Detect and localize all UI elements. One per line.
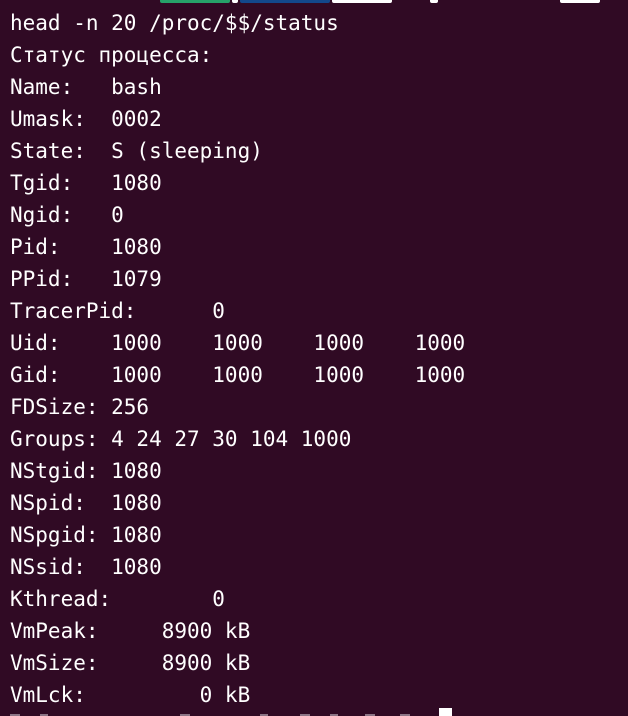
terminal-output: head -n 20 /proc/$$/status Статус процес… [10,7,465,711]
output-line-vmpeak: VmPeak: 8900 kB [10,619,251,643]
output-line-state: State: S (sleeping) [10,139,263,163]
terminal-window[interactable]: head -n 20 /proc/$$/status Статус процес… [0,0,628,716]
next-output-clipped [0,710,628,716]
output-line-nspid: NSpid: 1080 [10,491,162,515]
previous-output-clipped [0,0,628,5]
output-line-gid: Gid: 1000 1000 1000 1000 [10,363,466,387]
output-line-umask: Umask: 0002 [10,107,162,131]
output-line-vmlck: VmLck: 0 kB [10,683,251,707]
output-line-header: Статус процесса: [10,43,213,67]
output-line-vmsize: VmSize: 8900 kB [10,651,251,675]
output-line-pid: Pid: 1080 [10,235,162,259]
output-line-nssid: NSsid: 1080 [10,555,162,579]
output-line-groups: Groups: 4 24 27 30 104 1000 [10,427,352,451]
output-line-uid: Uid: 1000 1000 1000 1000 [10,331,466,355]
output-line-ppid: PPid: 1079 [10,267,162,291]
output-line-tgid: Tgid: 1080 [10,171,162,195]
output-line-name: Name: bash [10,75,162,99]
output-line-nstgid: NStgid: 1080 [10,459,162,483]
command-line: head -n 20 /proc/$$/status [10,11,339,35]
output-line-tracerpid: TracerPid: 0 [10,299,225,323]
output-line-kthread: Kthread: 0 [10,587,225,611]
output-line-ngid: Ngid: 0 [10,203,124,227]
output-line-fdsize: FDSize: 256 [10,395,150,419]
terminal-cursor [439,708,452,716]
output-line-nspgid: NSpgid: 1080 [10,523,162,547]
